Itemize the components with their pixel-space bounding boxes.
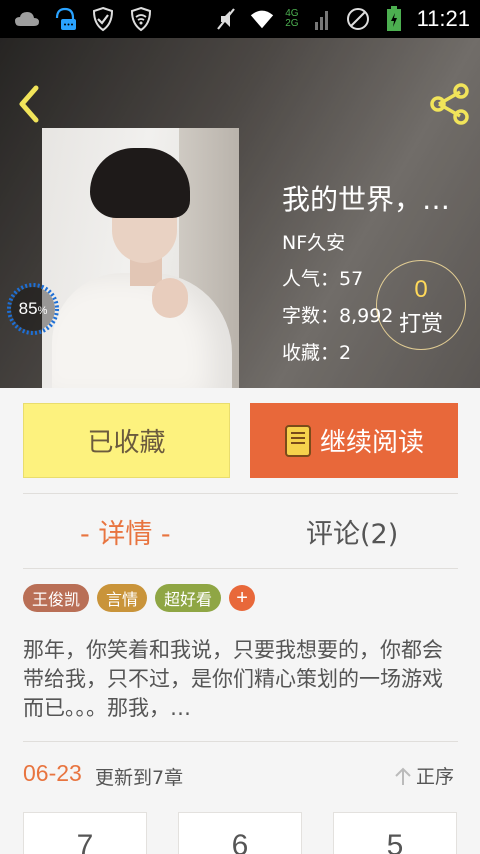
chapter-card[interactable]: 7 <box>23 812 147 854</box>
mute-icon <box>213 6 239 32</box>
update-date: 06-23 <box>23 760 82 786</box>
no-sim-icon <box>345 6 371 32</box>
favorites-stat: 收藏：2 <box>282 342 352 364</box>
shield-check-icon <box>90 6 116 32</box>
arrow-up-icon <box>395 767 411 785</box>
back-arrow-icon <box>19 85 39 123</box>
sort-order-button[interactable]: 正序 <box>394 762 454 789</box>
chapter-number: 5 <box>386 829 404 854</box>
book-icon <box>284 424 311 457</box>
cellular-signal-icon <box>309 6 335 32</box>
tag-item[interactable]: 言情 <box>97 584 148 612</box>
wifi-shield-icon <box>128 6 154 32</box>
tip-label: 打赏 <box>398 312 443 337</box>
network-type: 4G 2G <box>285 8 299 29</box>
book-author[interactable]: NF久安 <box>282 228 345 255</box>
chat-notification-icon <box>52 6 78 32</box>
sort-order-label: 正序 <box>416 766 455 788</box>
battery-charging-icon <box>381 6 407 32</box>
clock: 11:21 <box>416 6 470 31</box>
book-cover-image[interactable] <box>42 128 239 388</box>
tip-count: 0 <box>414 276 428 303</box>
continue-reading-label: 继续阅读 <box>319 428 424 458</box>
continue-reading-button[interactable]: 继续阅读 <box>250 403 458 478</box>
update-status: 更新到7章 <box>95 767 184 789</box>
status-bar: 4G 2G 11:21 <box>0 0 480 38</box>
book-description[interactable]: 那年，你笑着和我说，只要我想要的，你都会带给我，只不过，是你们精心策划的一场游戏… <box>23 636 453 723</box>
chapter-card[interactable]: 5 <box>333 812 457 854</box>
share-icon <box>430 83 469 125</box>
share-button[interactable] <box>428 82 472 126</box>
reading-progress-value: 85% <box>18 299 48 318</box>
favorited-label: 已收藏 <box>87 428 166 458</box>
tag-item[interactable]: 超好看 <box>155 584 222 612</box>
wifi-icon <box>249 6 275 32</box>
tip-button[interactable]: 0 打赏 <box>376 260 466 350</box>
tag-list: 王俊凯 言情 超好看 + <box>23 584 256 612</box>
tab-details[interactable]: - 详情 - <box>80 512 171 551</box>
tag-item[interactable]: 王俊凯 <box>23 584 90 612</box>
chapter-number: 7 <box>76 829 94 854</box>
add-tag-button[interactable]: + <box>229 585 256 611</box>
chapter-card[interactable]: 6 <box>178 812 302 854</box>
book-title: 我的世界，… <box>282 183 451 216</box>
popularity-stat: 人气：57 <box>282 268 364 290</box>
favorited-button[interactable]: 已收藏 <box>23 403 230 478</box>
book-header: 85% 我的世界，… NF久安 人气：57 字数：8,992 收藏：2 0 打赏 <box>0 38 480 388</box>
divider <box>23 493 458 494</box>
divider <box>23 741 458 742</box>
chapter-number: 6 <box>231 829 249 854</box>
tab-comments[interactable]: 评论(2) <box>306 512 398 551</box>
divider <box>23 568 458 569</box>
back-button[interactable] <box>12 82 46 126</box>
cloud-icon <box>14 6 40 32</box>
